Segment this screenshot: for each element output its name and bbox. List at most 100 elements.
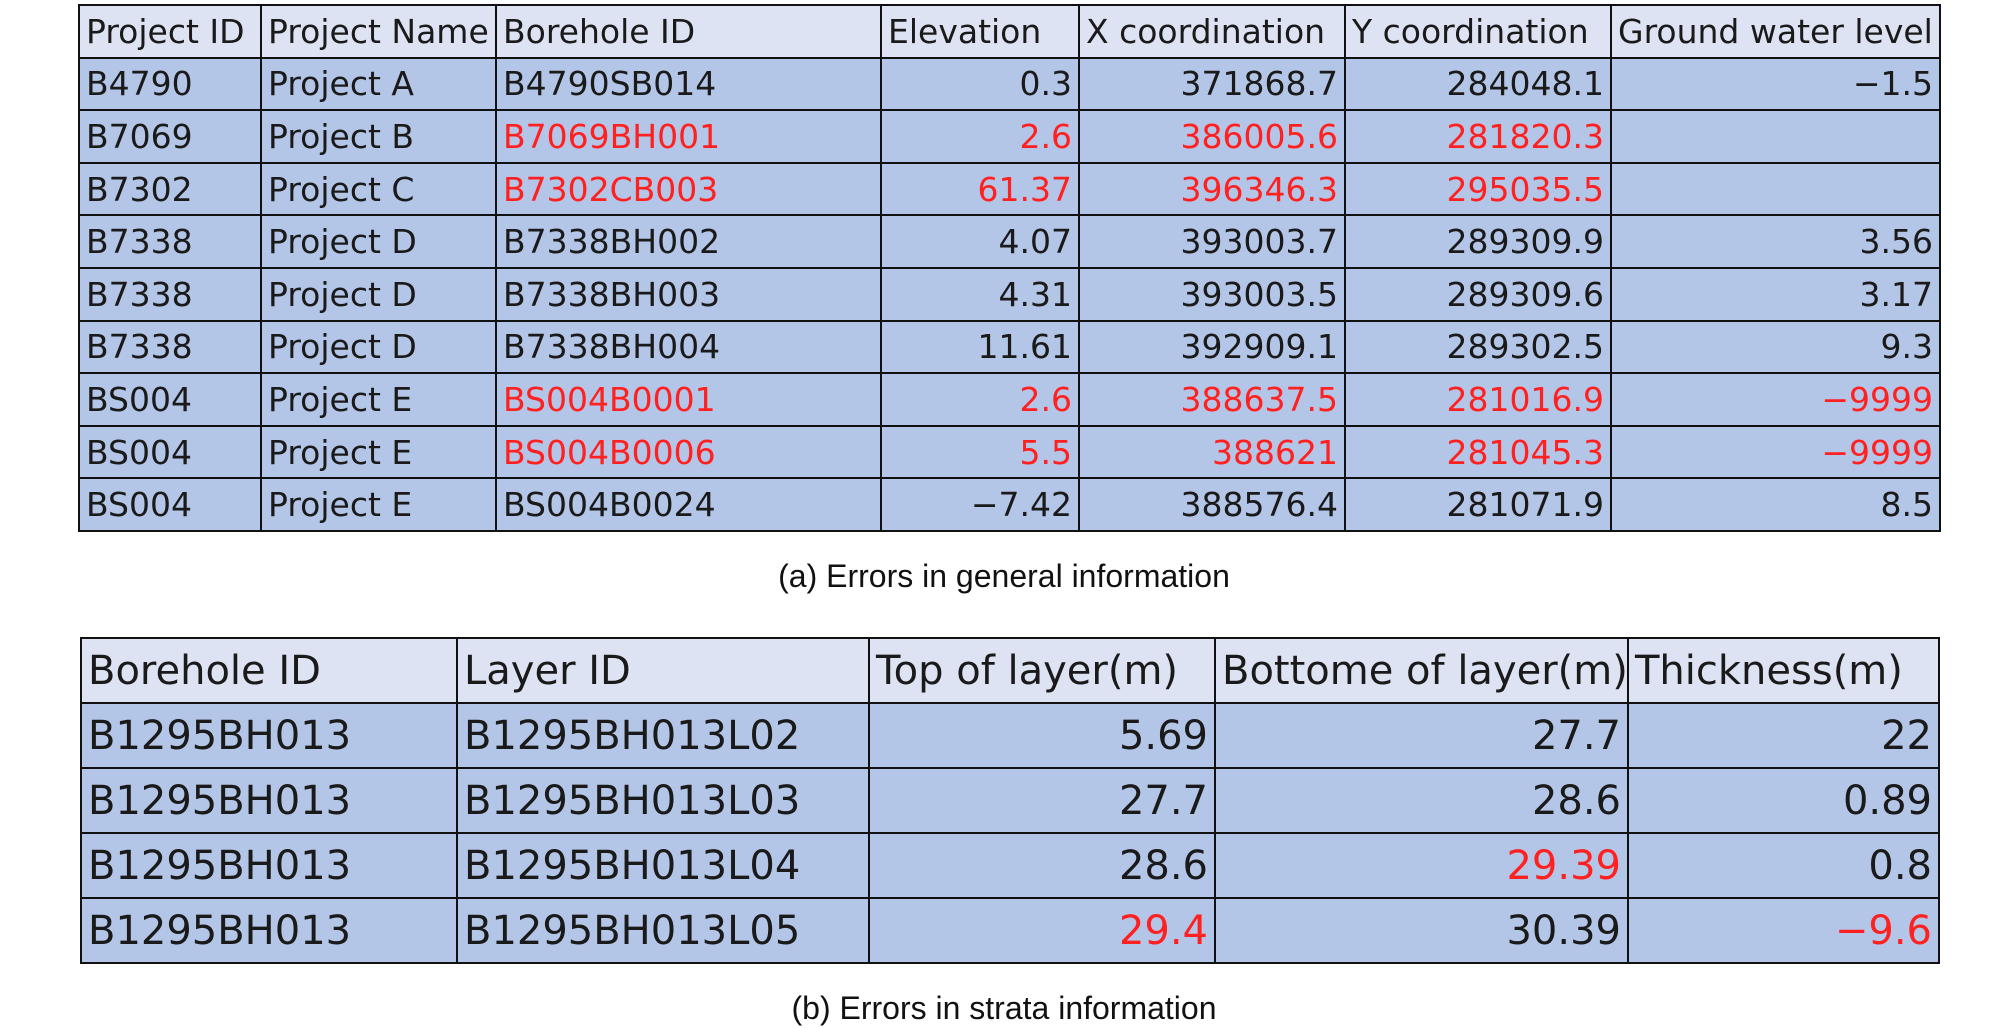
table-caption-a: (a) Errors in general information [778, 558, 1230, 594]
strata-information-rows: B1295BH013 B1295BH013L02 5.69 27.7 22 B1295BH… [80, 702, 1940, 964]
column-header: Layer ID [456, 637, 870, 704]
table-row: B7338 Project D B7338BH003 4.31 393003.5 2893… [78, 266, 1941, 322]
table-cell: B7338 [78, 266, 262, 322]
table-cell: BS004 [78, 424, 262, 480]
table-cell: B4790SB014 [495, 56, 882, 112]
table-cell: 0.89 [1627, 767, 1940, 834]
table-cell: 281071.9 [1344, 477, 1612, 532]
general-information-rows: B4790 Project A B4790SB014 0.3 371868.7 28404… [78, 56, 1941, 532]
column-header: Bottome of layer(m) [1214, 637, 1629, 704]
table-cell: 5.5 [880, 424, 1080, 480]
table-cell: 281820.3 [1344, 109, 1612, 164]
table-cell: 28.6 [868, 832, 1216, 899]
table-cell: 371868.7 [1078, 56, 1346, 112]
column-header: Y coordination [1344, 4, 1612, 59]
table-row: B4790 Project A B4790SB014 0.3 371868.7 28404… [78, 56, 1941, 112]
table-cell: B7338BH003 [495, 266, 882, 322]
table-cell: 388576.4 [1078, 477, 1346, 532]
general-information-table: Project ID Project Name Borehole ID Elev… [78, 4, 1941, 532]
column-header: Borehole ID [80, 637, 458, 704]
table-cell: 289309.9 [1344, 214, 1612, 269]
table-cell: 3.56 [1610, 214, 1941, 269]
table-row: BS004 Project E BS004B0006 5.5 388621 281045.… [78, 424, 1941, 480]
table-cell: 281045.3 [1344, 424, 1612, 480]
table-row: B7302 Project C B7302CB003 61.37 396346.3 295… [78, 161, 1941, 217]
table-cell: 0.8 [1627, 832, 1940, 899]
table-row: B7069 Project B B7069BH001 2.6 386005.6 28182… [78, 109, 1941, 164]
table-cell: 61.37 [880, 161, 1080, 217]
table-cell: B7338 [78, 214, 262, 269]
table-cell: −7.42 [880, 477, 1080, 532]
table-row: B7338 Project D B7338BH004 11.61 392909.1 289… [78, 319, 1941, 375]
table-cell: B1295BH013 [80, 897, 458, 964]
table-cell: 4.31 [880, 266, 1080, 322]
table-cell: Project D [260, 319, 497, 375]
table-cell: Project C [260, 161, 497, 217]
table-cell: 30.39 [1214, 897, 1629, 964]
table-cell: 29.39 [1214, 832, 1629, 899]
table-row: B1295BH013 B1295BH013L04 28.6 29.39 0.8 [80, 832, 1940, 899]
table-row: B1295BH013 B1295BH013L02 5.69 27.7 22 [80, 702, 1940, 769]
table-cell: 289302.5 [1344, 319, 1612, 375]
column-header: Project Name [260, 4, 497, 59]
table-cell: 295035.5 [1344, 161, 1612, 217]
table-cell: 22 [1627, 702, 1940, 769]
table-cell: 3.17 [1610, 266, 1941, 322]
table-cell: −1.5 [1610, 56, 1941, 112]
table-cell: B4790 [78, 56, 262, 112]
table-cell: Project D [260, 266, 497, 322]
table-header-row: Borehole ID Layer ID Top of layer(m) Bot… [80, 637, 1940, 704]
table-cell [1610, 161, 1941, 217]
table-cell: 8.5 [1610, 477, 1941, 532]
column-header: Ground water level [1610, 4, 1941, 59]
table-cell: 28.6 [1214, 767, 1629, 834]
table-cell: BS004 [78, 477, 262, 532]
table-cell: B1295BH013L04 [456, 832, 870, 899]
column-header: Project ID [78, 4, 262, 59]
table-cell: 0.3 [880, 56, 1080, 112]
table-cell: B1295BH013L03 [456, 767, 870, 834]
table-row: B1295BH013 B1295BH013L03 27.7 28.6 0.89 [80, 767, 1940, 834]
table-cell: −9999 [1610, 424, 1941, 480]
table-cell: 4.07 [880, 214, 1080, 269]
table-cell: 2.6 [880, 372, 1080, 427]
column-header: X coordination [1078, 4, 1346, 59]
table-cell: B1295BH013L02 [456, 702, 870, 769]
table-cell: BS004B0001 [495, 372, 882, 427]
column-header: Elevation [880, 4, 1080, 59]
table-cell: 393003.5 [1078, 266, 1346, 322]
column-header: Borehole ID [495, 4, 882, 59]
table-cell: Project E [260, 477, 497, 532]
table-cell: 393003.7 [1078, 214, 1346, 269]
table-cell: 11.61 [880, 319, 1080, 375]
column-header: Top of layer(m) [868, 637, 1216, 704]
table-cell: 281016.9 [1344, 372, 1612, 427]
table-cell: B1295BH013 [80, 767, 458, 834]
table-cell: 2.6 [880, 109, 1080, 164]
table-cell: BS004 [78, 372, 262, 427]
table-cell: 29.4 [868, 897, 1216, 964]
table-caption-b: (b) Errors in strata information [791, 990, 1217, 1026]
table-cell: Project B [260, 109, 497, 164]
table-cell: Project D [260, 214, 497, 269]
table-row: BS004 Project E BS004B0001 2.6 388637.5 28101… [78, 372, 1941, 427]
table-cell: B7069BH001 [495, 109, 882, 164]
table-cell: B7338BH002 [495, 214, 882, 269]
table-cell: B7302CB003 [495, 161, 882, 217]
table-cell: 289309.6 [1344, 266, 1612, 322]
table-cell: Project A [260, 56, 497, 112]
table-cell: 27.7 [1214, 702, 1629, 769]
table-cell: 386005.6 [1078, 109, 1346, 164]
table-cell [1610, 109, 1941, 164]
table-header-row: Project ID Project Name Borehole ID Elev… [78, 4, 1941, 59]
table-cell: BS004B0024 [495, 477, 882, 532]
table-cell: 392909.1 [1078, 319, 1346, 375]
table-cell: Project E [260, 424, 497, 480]
table-cell: B1295BH013L05 [456, 897, 870, 964]
table-cell: 388621 [1078, 424, 1346, 480]
table-cell: B1295BH013 [80, 832, 458, 899]
table-cell: 5.69 [868, 702, 1216, 769]
table-cell: B7338 [78, 319, 262, 375]
table-cell: B1295BH013 [80, 702, 458, 769]
table-cell: B7302 [78, 161, 262, 217]
